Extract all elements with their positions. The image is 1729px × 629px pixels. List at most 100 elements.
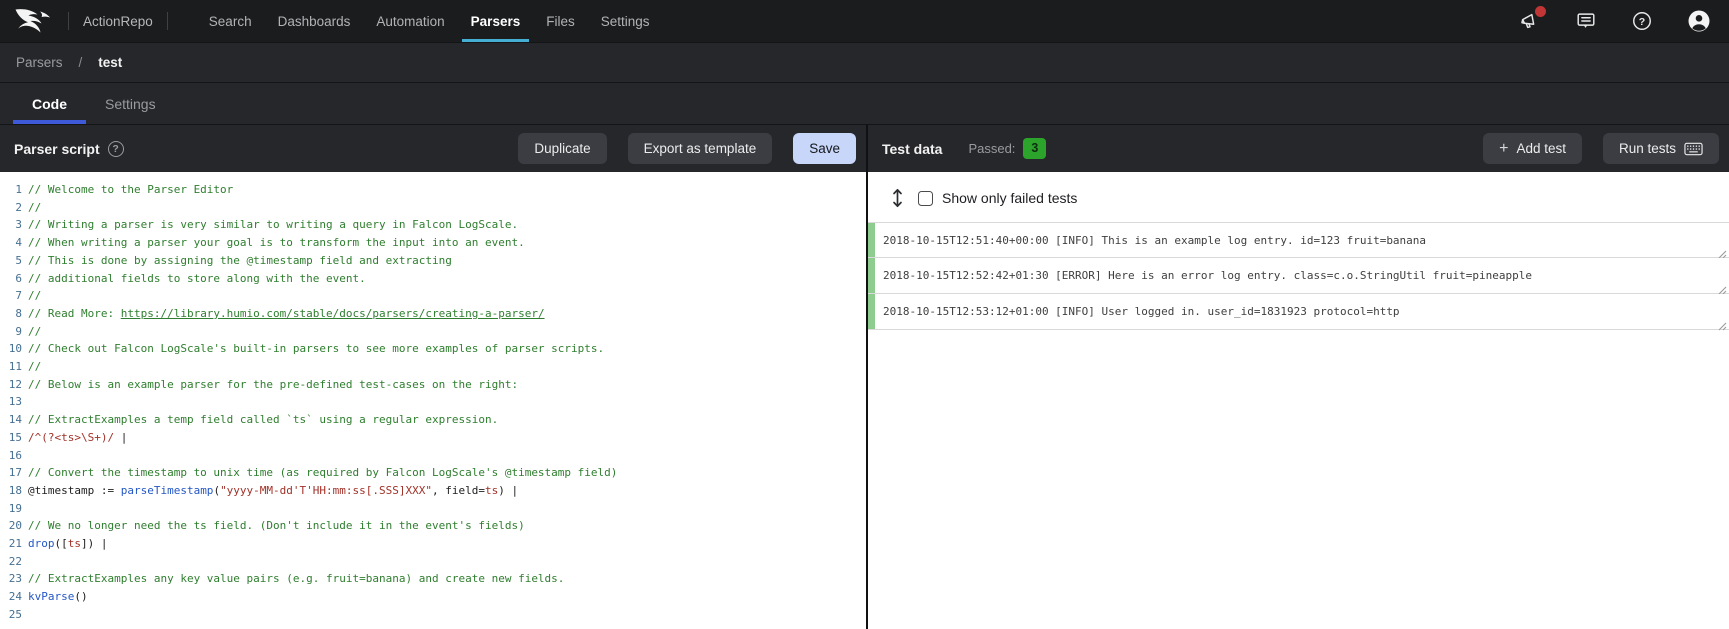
- passed-count-badge: 3: [1023, 138, 1046, 158]
- line-number: 8: [0, 305, 28, 323]
- code-line[interactable]: 19: [0, 500, 866, 518]
- code-line[interactable]: 18@timestamp := parseTimestamp("yyyy-MM-…: [0, 482, 866, 500]
- code-text: //: [28, 323, 41, 341]
- save-button[interactable]: Save: [793, 133, 856, 164]
- code-line[interactable]: 24kvParse(): [0, 588, 866, 606]
- line-number: 18: [0, 482, 28, 500]
- code-line[interactable]: 2//: [0, 199, 866, 217]
- test-cases: 2018-10-15T12:51:40+00:00 [INFO] This is…: [868, 222, 1729, 330]
- code-line[interactable]: 15/^(?<ts>\S+)/ |: [0, 429, 866, 447]
- code-line[interactable]: 14// ExtractExamples a temp field called…: [0, 411, 866, 429]
- test-case-text[interactable]: 2018-10-15T12:51:40+00:00 [INFO] This is…: [875, 223, 1729, 257]
- passed-label: Passed:: [968, 141, 1015, 156]
- nav-divider: [68, 12, 69, 30]
- tab-code[interactable]: Code: [13, 83, 86, 124]
- line-number: 1: [0, 181, 28, 199]
- nav-item-dashboards[interactable]: Dashboards: [265, 0, 364, 42]
- test-case-row[interactable]: 2018-10-15T12:52:42+01:30 [ERROR] Here i…: [868, 258, 1729, 294]
- code-line[interactable]: 21drop([ts]) |: [0, 535, 866, 553]
- tabs-bar: CodeSettings: [0, 82, 1729, 124]
- line-number: 23: [0, 570, 28, 588]
- breadcrumb-current: test: [98, 55, 122, 70]
- resize-handle-icon[interactable]: [1718, 318, 1727, 327]
- code-text: drop([ts]) |: [28, 535, 108, 553]
- test-case-text[interactable]: 2018-10-15T12:52:42+01:30 [ERROR] Here i…: [875, 258, 1729, 293]
- repo-name[interactable]: ActionRepo: [83, 14, 153, 29]
- code-line[interactable]: 13: [0, 393, 866, 411]
- nav-item-search[interactable]: Search: [196, 0, 265, 42]
- line-number: 6: [0, 270, 28, 288]
- main-split: Parser script ? Duplicate Export as temp…: [0, 124, 1729, 629]
- code-editor[interactable]: 1// Welcome to the Parser Editor2//3// W…: [0, 172, 866, 629]
- line-number: 4: [0, 234, 28, 252]
- code-line[interactable]: 12// Below is an example parser for the …: [0, 376, 866, 394]
- resize-handle-icon[interactable]: [1718, 282, 1727, 291]
- test-status-bar-passed: [868, 294, 875, 329]
- code-line[interactable]: 22: [0, 553, 866, 571]
- code-text: //: [28, 358, 41, 376]
- line-number: 16: [0, 447, 28, 465]
- line-number: 17: [0, 464, 28, 482]
- add-test-label: Add test: [1516, 141, 1566, 156]
- add-test-button[interactable]: + Add test: [1483, 133, 1582, 164]
- show-only-failed-label[interactable]: Show only failed tests: [942, 190, 1077, 206]
- show-only-failed-checkbox[interactable]: [918, 191, 933, 206]
- code-text: //: [28, 199, 41, 217]
- notification-badge: [1535, 6, 1546, 17]
- nav-item-parsers[interactable]: Parsers: [458, 0, 534, 42]
- parser-help-icon[interactable]: ?: [108, 141, 124, 157]
- line-number: 22: [0, 553, 28, 571]
- test-data-pane: Test data Passed: 3 + Add test Run tests: [868, 125, 1729, 629]
- nav-divider: [167, 12, 168, 30]
- announcements-megaphone-icon[interactable]: [1519, 10, 1541, 32]
- code-line[interactable]: 11//: [0, 358, 866, 376]
- code-line[interactable]: 20// We no longer need the ts field. (Do…: [0, 517, 866, 535]
- test-case-row[interactable]: 2018-10-15T12:53:12+01:00 [INFO] User lo…: [868, 294, 1729, 330]
- code-line[interactable]: 1// Welcome to the Parser Editor: [0, 181, 866, 199]
- code-line[interactable]: 10// Check out Falcon LogScale's built-i…: [0, 340, 866, 358]
- run-tests-label: Run tests: [1619, 141, 1676, 156]
- line-number: 15: [0, 429, 28, 447]
- parser-script-title: Parser script: [14, 141, 100, 157]
- line-number: 19: [0, 500, 28, 518]
- line-number: 25: [0, 606, 28, 624]
- nav-items: SearchDashboardsAutomationParsersFilesSe…: [196, 0, 663, 42]
- nav-item-files[interactable]: Files: [533, 0, 588, 42]
- code-text: // When writing a parser your goal is to…: [28, 234, 525, 252]
- code-text: // Convert the timestamp to unix time (a…: [28, 464, 617, 482]
- test-case-row[interactable]: 2018-10-15T12:51:40+00:00 [INFO] This is…: [868, 222, 1729, 258]
- line-number: 24: [0, 588, 28, 606]
- test-panel: Show only failed tests 2018-10-15T12:51:…: [868, 172, 1729, 629]
- expand-collapse-tests-icon[interactable]: [892, 188, 903, 208]
- tab-settings[interactable]: Settings: [86, 83, 175, 124]
- nav-item-settings[interactable]: Settings: [588, 0, 663, 42]
- code-line[interactable]: 4// When writing a parser your goal is t…: [0, 234, 866, 252]
- export-as-template-button[interactable]: Export as template: [628, 133, 773, 164]
- user-avatar-icon[interactable]: [1687, 9, 1711, 33]
- code-line[interactable]: 25: [0, 606, 866, 624]
- code-line[interactable]: 23// ExtractExamples any key value pairs…: [0, 570, 866, 588]
- code-text: //: [28, 287, 41, 305]
- keyboard-icon: [1684, 142, 1703, 156]
- code-line[interactable]: 3// Writing a parser is very similar to …: [0, 216, 866, 234]
- code-lines: 1// Welcome to the Parser Editor2//3// W…: [0, 181, 866, 624]
- resize-handle-icon[interactable]: [1718, 246, 1727, 255]
- nav-item-automation[interactable]: Automation: [363, 0, 457, 42]
- help-icon[interactable]: ?: [1631, 10, 1653, 32]
- code-line[interactable]: 9//: [0, 323, 866, 341]
- code-line[interactable]: 8// Read More: https://library.humio.com…: [0, 305, 866, 323]
- code-line[interactable]: 17// Convert the timestamp to unix time …: [0, 464, 866, 482]
- code-line[interactable]: 5// This is done by assigning the @times…: [0, 252, 866, 270]
- line-number: 9: [0, 323, 28, 341]
- feedback-chat-icon[interactable]: [1575, 10, 1597, 32]
- test-case-text[interactable]: 2018-10-15T12:53:12+01:00 [INFO] User lo…: [875, 294, 1729, 329]
- run-tests-button[interactable]: Run tests: [1603, 133, 1719, 164]
- code-text: // ExtractExamples any key value pairs (…: [28, 570, 564, 588]
- code-line[interactable]: 6// additional fields to store along wit…: [0, 270, 866, 288]
- code-line[interactable]: 16: [0, 447, 866, 465]
- crowdstrike-falcon-logo-icon[interactable]: [14, 8, 54, 34]
- breadcrumb-parent[interactable]: Parsers: [16, 55, 63, 70]
- code-text: // Writing a parser is very similar to w…: [28, 216, 518, 234]
- duplicate-button[interactable]: Duplicate: [518, 133, 606, 164]
- code-line[interactable]: 7//: [0, 287, 866, 305]
